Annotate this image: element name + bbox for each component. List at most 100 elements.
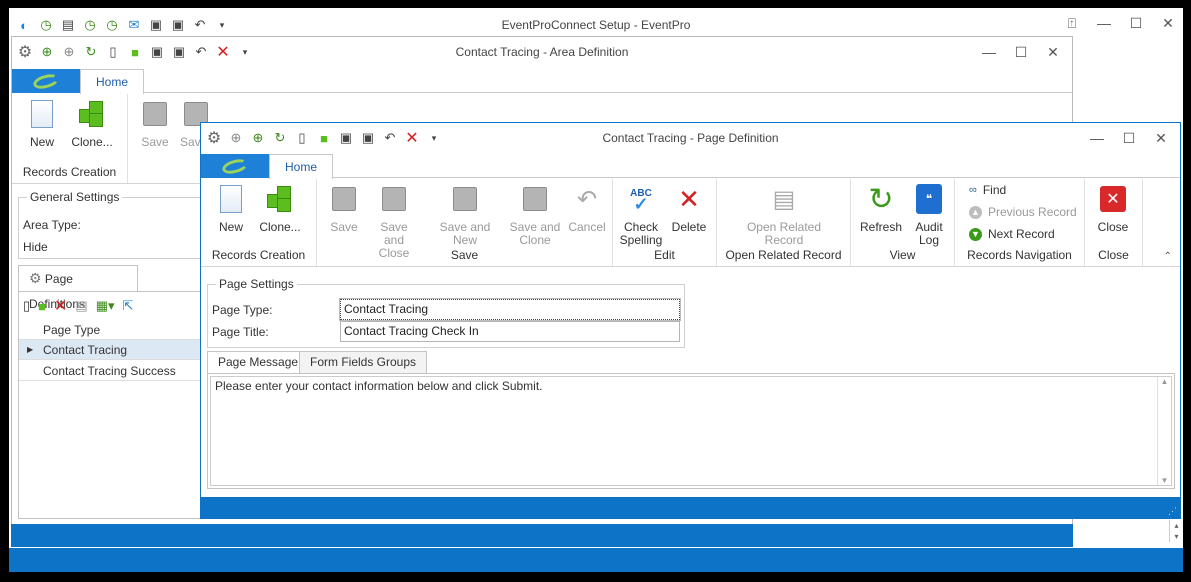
table-row[interactable]: Contact Tracing Success <box>19 361 208 381</box>
page-definitions-panel: ▯ ■ ✕ ▤ ▦▾ ⇱ Page Type ▶ Contact Tracing … <box>18 291 208 519</box>
check-spelling-button[interactable]: ABC ✓ Check Spelling <box>619 183 663 247</box>
related-record-icon: ▤ <box>772 185 796 213</box>
area-new-button[interactable]: New <box>26 98 58 149</box>
tab-form-fields-groups[interactable]: Form Fields Groups <box>299 351 428 373</box>
page-title-field[interactable]: Contact Tracing Check In <box>340 321 680 342</box>
new-document-icon <box>31 100 53 128</box>
down-circle-icon: ▼ <box>969 227 982 241</box>
records-creation-label: Records Creation <box>211 248 306 262</box>
refresh-icon: ↻ <box>868 182 894 216</box>
page-status-bar: ⋰ <box>200 497 1181 519</box>
close-x-icon: ✕ <box>1100 186 1126 212</box>
previous-record-button[interactable]: ▲ Previous Record <box>969 205 1077 219</box>
save-button[interactable]: Save <box>327 183 361 234</box>
undo-arrow-icon: ↶ <box>576 185 598 213</box>
close-icon[interactable]: ✕ <box>1154 130 1168 147</box>
hide-label: Hide <box>23 240 48 254</box>
page-group-records: New Clone... Records Creation <box>201 179 317 266</box>
new-button[interactable]: New <box>215 183 247 234</box>
page-message-text: Please enter your contact information be… <box>215 379 543 393</box>
maximize-icon[interactable]: ☐ <box>1014 44 1028 61</box>
page-settings-fieldset: Page Settings Page Type: Contact Tracing… <box>207 277 685 348</box>
area-group-records-label: Records Creation <box>22 165 117 179</box>
save-disk-icon <box>332 187 356 211</box>
minimize-icon[interactable]: — <box>1090 130 1104 146</box>
edit-group-label: Edit <box>654 248 675 262</box>
maximize-icon[interactable]: ☐ <box>1122 130 1136 147</box>
restore-ribbon-icon[interactable]: ⍐ <box>1065 15 1079 32</box>
close-icon[interactable]: ✕ <box>1161 15 1175 32</box>
page-file-tab[interactable] <box>201 154 269 178</box>
binoculars-icon: ∞ <box>969 184 977 196</box>
save-group-label: Save <box>450 248 479 262</box>
page-window-title: Contact Tracing - Page Definition <box>602 131 779 145</box>
area-save-button[interactable]: Save <box>138 98 172 149</box>
app-logo-icon <box>220 156 250 176</box>
delete-row-icon[interactable]: ✕ <box>54 296 67 316</box>
page-home-tab[interactable]: Home <box>269 154 333 179</box>
collapse-ribbon-icon[interactable]: ⌃ <box>1164 251 1172 262</box>
new-row-icon[interactable]: ▯ <box>23 298 30 314</box>
page-definitions-tab[interactable]: ⚙ Page Definitions <box>18 265 138 311</box>
area-group-records: New Clone... Records Creation <box>12 94 128 183</box>
page-message-textarea[interactable]: Please enter your contact information be… <box>210 376 1172 486</box>
save-clone-icon <box>523 187 547 211</box>
resize-grip-icon[interactable]: ⋰ <box>1168 506 1177 517</box>
up-circle-icon: ▲ <box>969 205 982 219</box>
app-logo-icon <box>31 71 61 91</box>
tab-page-message[interactable]: Page Message <box>207 351 310 373</box>
page-group-open: ▤ Open Related Record Open Related Record <box>717 179 851 266</box>
columns-dropdown-icon[interactable]: ▦▾ <box>96 298 115 314</box>
main-window-controls: ⍐ — ☐ ✕ <box>1065 8 1175 38</box>
open-related-group-label: Open Related Record <box>725 248 842 262</box>
copy-row-icon[interactable]: ▤ <box>75 298 87 314</box>
scroll-down-icon[interactable]: ▼ <box>1158 476 1171 485</box>
area-window-title: Contact Tracing - Area Definition <box>455 45 629 59</box>
page-group-edit: ABC ✓ Check Spelling ✕ Delete Edit <box>613 179 717 266</box>
page-definition-window: ⚙ ⊕ ⊕ ↻ ▯ ■ ▣ ▣ ↶ ✕ ▾ Contact Tracing - … <box>200 122 1181 499</box>
main-scrollbar[interactable]: ▴ ▾ <box>1169 520 1183 542</box>
area-home-tab[interactable]: Home <box>80 69 144 94</box>
general-settings-legend: General Settings <box>27 190 123 204</box>
next-record-button[interactable]: ▼ Next Record <box>969 227 1055 241</box>
maximize-icon[interactable]: ☐ <box>1129 15 1143 32</box>
cancel-button[interactable]: ↶ Cancel <box>567 183 607 234</box>
scroll-up-icon[interactable]: ▲ <box>1158 377 1171 386</box>
clone-button[interactable]: Clone... <box>257 183 303 234</box>
close-button[interactable]: ✕ Close <box>1095 183 1131 234</box>
spell-check-icon: ABC ✓ <box>630 188 652 214</box>
minimize-icon[interactable]: — <box>1097 15 1111 31</box>
open-related-record-button[interactable]: ▤ Open Related Record <box>737 183 831 247</box>
save-and-clone-button[interactable]: Save and Clone <box>509 183 561 247</box>
clone-cubes-icon <box>267 186 293 212</box>
grid-toolbar: ▯ ■ ✕ ▤ ▦▾ ⇱ <box>23 296 133 316</box>
export-icon[interactable]: ⇱ <box>123 298 134 314</box>
save-new-icon <box>453 187 477 211</box>
page-message-panel: Please enter your contact information be… <box>207 373 1175 489</box>
area-type-label: Area Type: <box>23 218 81 232</box>
save-disk-icon <box>143 102 167 126</box>
refresh-button[interactable]: ↻ Refresh <box>859 183 903 234</box>
col-page-type[interactable]: Page Type <box>19 320 100 340</box>
page-title-label: Page Title: <box>212 325 269 339</box>
area-save-close-button[interactable]: Sav <box>180 98 208 149</box>
clone-cubes-icon <box>79 101 105 127</box>
minimize-icon[interactable]: — <box>982 44 996 60</box>
page-settings-legend: Page Settings <box>216 277 297 291</box>
save-and-new-button[interactable]: Save and New <box>427 183 503 247</box>
find-button[interactable]: ∞ Find <box>969 183 1006 197</box>
page-group-view: ↻ Refresh ❝ Audit Log View <box>851 179 955 266</box>
delete-button[interactable]: ✕ Delete <box>669 183 709 234</box>
page-tab-row: Home <box>201 154 1180 179</box>
close-icon[interactable]: ✕ <box>1046 44 1060 61</box>
table-row[interactable]: ▶ Contact Tracing <box>19 340 208 360</box>
clone-row-icon[interactable]: ■ <box>38 299 46 314</box>
page-type-field[interactable]: Contact Tracing <box>339 298 681 321</box>
new-document-icon <box>220 185 242 213</box>
area-clone-button[interactable]: Clone... <box>70 98 114 149</box>
area-file-tab[interactable] <box>12 69 80 93</box>
audit-log-button[interactable]: ❝ Audit Log <box>911 183 947 247</box>
message-scrollbar[interactable]: ▲ ▼ <box>1157 377 1171 485</box>
area-general-settings: General Settings Area Type: Hide <box>18 190 208 259</box>
area-window-controls: — ☐ ✕ <box>982 37 1060 67</box>
